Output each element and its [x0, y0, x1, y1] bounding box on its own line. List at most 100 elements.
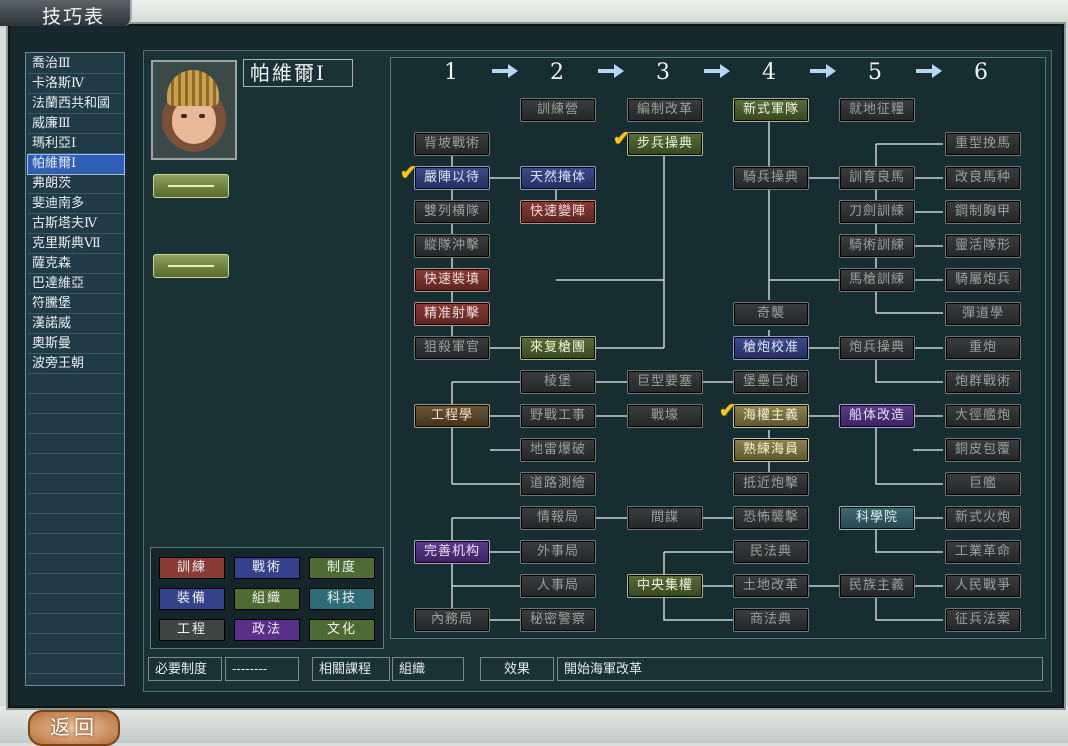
nation-list-item[interactable]: 法蘭西共和國: [28, 95, 124, 114]
tech-node[interactable]: 騎屬炮兵: [945, 268, 1021, 292]
tech-node[interactable]: 間諜: [627, 506, 703, 530]
tech-node[interactable]: 天然掩体: [520, 166, 596, 190]
tech-node[interactable]: 情報局: [520, 506, 596, 530]
arrow-icon: [810, 64, 836, 78]
tech-node[interactable]: 刀劍訓練: [839, 200, 915, 224]
tech-node[interactable]: 新式軍隊: [733, 98, 809, 122]
tech-node[interactable]: 編制改革: [627, 98, 703, 122]
tech-node[interactable]: 靈活隊形: [945, 234, 1021, 258]
researched-check-icon: ✔: [400, 160, 417, 184]
tech-node[interactable]: 完善机构: [414, 540, 490, 564]
tech-node[interactable]: 就地征糧: [839, 98, 915, 122]
tech-node[interactable]: 船体改造: [839, 404, 915, 428]
tech-node[interactable]: 騎術訓練: [839, 234, 915, 258]
tech-node[interactable]: 道路測繪: [520, 472, 596, 496]
tech-node[interactable]: 重炮: [945, 336, 1021, 360]
tech-node[interactable]: 人民戰爭: [945, 574, 1021, 598]
tech-node[interactable]: 工業革命: [945, 540, 1021, 564]
tech-node[interactable]: 堡壘巨炮: [733, 370, 809, 394]
nation-list-item[interactable]: 薩克森: [28, 255, 124, 274]
tech-node[interactable]: 秘密警察: [520, 608, 596, 632]
nation-list-item[interactable]: 瑪利亞Ⅰ: [28, 135, 124, 154]
portrait-crown: [167, 70, 219, 106]
tech-node[interactable]: 快速裝填: [414, 268, 490, 292]
arrow-icon: [492, 64, 518, 78]
tech-node[interactable]: 來复槍團: [520, 336, 596, 360]
tech-node[interactable]: 熟練海員: [733, 438, 809, 462]
tech-node[interactable]: 改良馬种: [945, 166, 1021, 190]
ruler-option-button-1[interactable]: [153, 174, 229, 198]
tech-node[interactable]: 背坡戰術: [414, 132, 490, 156]
tech-node[interactable]: 狙殺軍官: [414, 336, 490, 360]
tech-node[interactable]: 快速變陣: [520, 200, 596, 224]
back-button[interactable]: 返回: [28, 710, 120, 746]
tech-node[interactable]: 內務局: [414, 608, 490, 632]
tech-node[interactable]: 征兵法案: [945, 608, 1021, 632]
tech-node[interactable]: 大徑艦炮: [945, 404, 1021, 428]
tech-node[interactable]: 野戰工事: [520, 404, 596, 428]
tech-node[interactable]: 人事局: [520, 574, 596, 598]
nation-list-item[interactable]: 奧斯曼: [28, 335, 124, 354]
nation-list-item[interactable]: 喬治Ⅲ: [28, 55, 124, 74]
nation-list-item[interactable]: 古斯塔夫Ⅳ: [28, 215, 124, 234]
legend-item: 裝備: [159, 588, 225, 610]
tech-node[interactable]: 炮群戰術: [945, 370, 1021, 394]
tech-node[interactable]: 工程學: [414, 404, 490, 428]
tech-node[interactable]: 巨艦: [945, 472, 1021, 496]
nation-list-item[interactable]: 波旁王朝: [28, 355, 124, 374]
nation-list-empty-row: [28, 575, 124, 594]
category-legend: 訓練 戰術 制度 裝備 組織 科技 工程 政法 文化: [150, 547, 384, 649]
nation-list-empty-row: [28, 375, 124, 394]
tech-node[interactable]: 銅皮包覆: [945, 438, 1021, 462]
tech-node[interactable]: 地雷爆破: [520, 438, 596, 462]
nation-list-item[interactable]: 巴達維亞: [28, 275, 124, 294]
nation-list-empty-row: [28, 535, 124, 554]
tech-node[interactable]: 槍炮校准: [733, 336, 809, 360]
ruler-option-button-2[interactable]: [153, 254, 229, 278]
related-course-value: 組織: [392, 657, 464, 681]
nation-list-item[interactable]: 漢諾威: [28, 315, 124, 334]
tech-node[interactable]: 精准射擊: [414, 302, 490, 326]
tech-node[interactable]: 馬槍訓練: [839, 268, 915, 292]
tech-node[interactable]: 民法典: [733, 540, 809, 564]
nation-list-item[interactable]: 威廉Ⅲ: [28, 115, 124, 134]
nation-list-item[interactable]: 斐迪南多: [28, 195, 124, 214]
tech-node[interactable]: 抵近炮擊: [733, 472, 809, 496]
nation-list-item[interactable]: 卡洛斯Ⅳ: [28, 75, 124, 94]
tech-node[interactable]: 騎兵操典: [733, 166, 809, 190]
tech-node[interactable]: 海權主義: [733, 404, 809, 428]
tech-node[interactable]: 鋼制胸甲: [945, 200, 1021, 224]
tech-node[interactable]: 訓育良馬: [839, 166, 915, 190]
nation-list-item[interactable]: 弗朗茨: [28, 175, 124, 194]
tech-node[interactable]: 中央集權: [627, 574, 703, 598]
nation-list-item[interactable]: 克里斯典Ⅶ: [28, 235, 124, 254]
tech-node[interactable]: 巨型要塞: [627, 370, 703, 394]
nation-list-empty-row: [28, 475, 124, 494]
nation-list-empty-row: [28, 615, 124, 634]
tech-node[interactable]: 訓練營: [520, 98, 596, 122]
nation-list-empty-row: [28, 395, 124, 414]
tech-node[interactable]: 土地改革: [733, 574, 809, 598]
tech-node[interactable]: 縱隊沖擊: [414, 234, 490, 258]
tech-node[interactable]: 民族主義: [839, 574, 915, 598]
tech-node[interactable]: 彈道學: [945, 302, 1021, 326]
portrait-eye-right: [199, 114, 205, 118]
tech-node[interactable]: 新式火炮: [945, 506, 1021, 530]
ruler-portrait: [151, 60, 237, 160]
nation-list-item[interactable]: 帕維爾Ⅰ: [27, 154, 125, 175]
tech-node[interactable]: 步兵操典: [627, 132, 703, 156]
tech-node[interactable]: 炮兵操典: [839, 336, 915, 360]
nation-list-item[interactable]: 符騰堡: [28, 295, 124, 314]
tech-node[interactable]: 重型挽馬: [945, 132, 1021, 156]
tech-node[interactable]: 雙列横隊: [414, 200, 490, 224]
tech-node[interactable]: 戰壕: [627, 404, 703, 428]
tech-node[interactable]: 嚴陣以待: [414, 166, 490, 190]
tech-node[interactable]: 奇襲: [733, 302, 809, 326]
tech-node[interactable]: 棱堡: [520, 370, 596, 394]
tech-node[interactable]: 外事局: [520, 540, 596, 564]
nation-list[interactable]: 喬治Ⅲ 卡洛斯Ⅳ 法蘭西共和國 威廉Ⅲ 瑪利亞Ⅰ 帕維爾Ⅰ 弗朗茨 斐迪南多 古斯塔夫Ⅳ 克里斯典…: [25, 52, 125, 686]
tech-node[interactable]: 商法典: [733, 608, 809, 632]
tech-node[interactable]: 科學院: [839, 506, 915, 530]
tech-node[interactable]: 恐怖襲擊: [733, 506, 809, 530]
effect-label: 效果: [480, 657, 554, 681]
